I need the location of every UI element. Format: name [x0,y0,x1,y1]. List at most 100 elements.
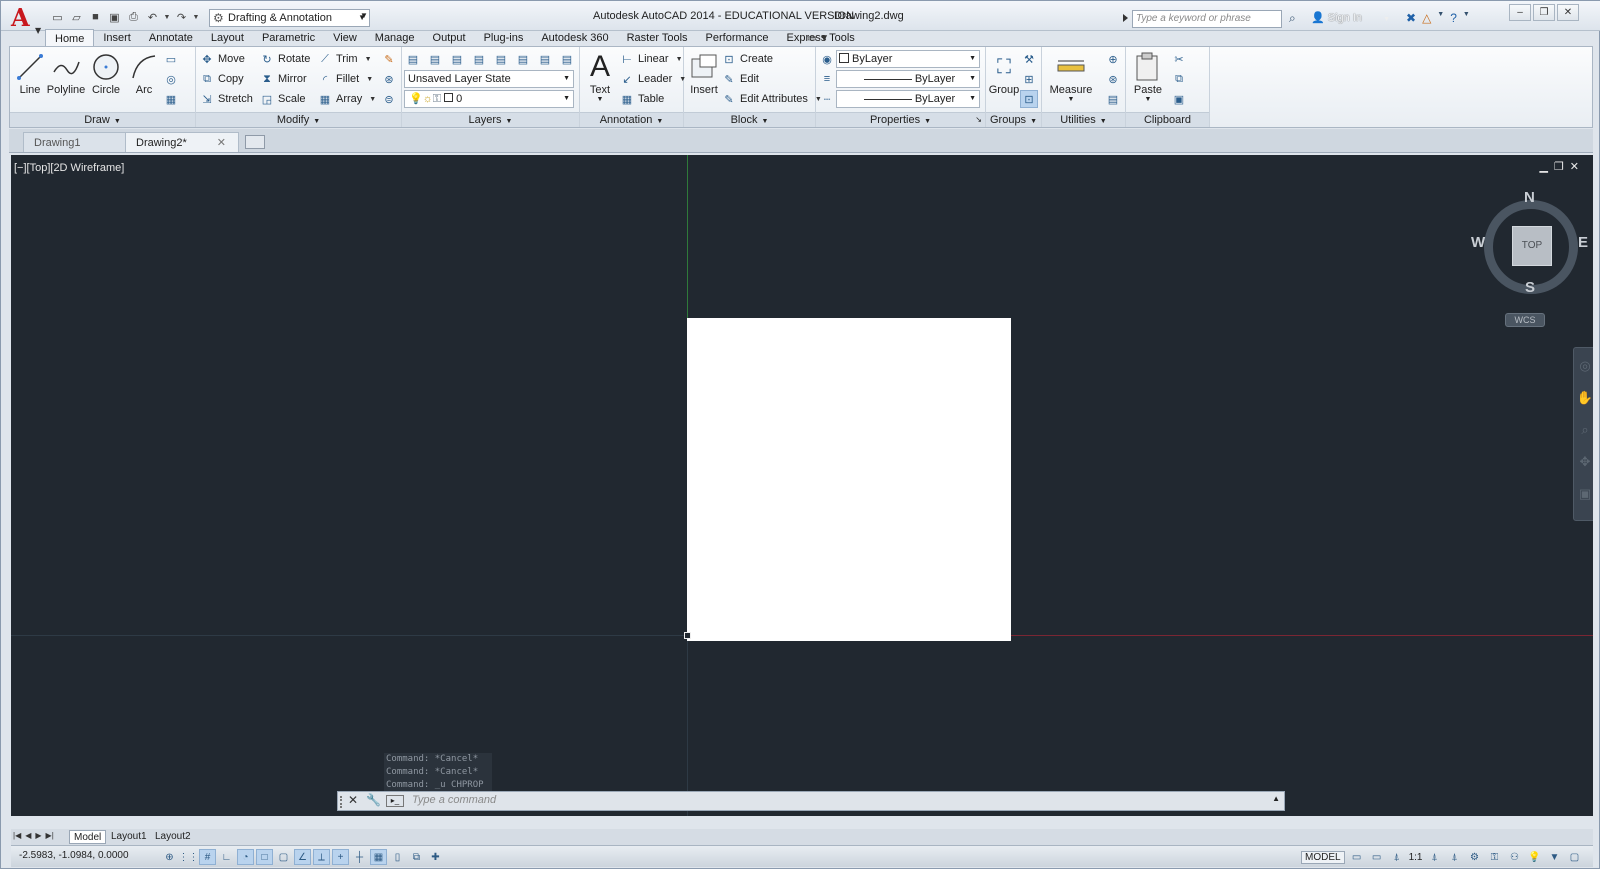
polyline-button[interactable]: Polyline [46,50,86,96]
layer-unisolate-icon[interactable]: ▤ [492,50,510,68]
showmotion-icon[interactable]: ▣ [1574,480,1593,508]
viewcube-top-face[interactable]: TOP [1512,226,1552,266]
group-selection-icon[interactable]: ⊡ [1020,90,1038,108]
drag-handle[interactable] [340,796,344,808]
restore-button[interactable]: ❐ [1533,4,1555,21]
application-menu-button[interactable]: A ▼ [11,6,41,36]
toolbar-lock-icon[interactable]: ⚿ [1486,849,1502,865]
prev-layout-icon[interactable]: ◀ [25,831,31,840]
move-button[interactable]: ✥ Move [200,50,245,68]
tab-annotate[interactable]: Annotate [140,29,202,47]
stretch-button[interactable]: ⇲ Stretch [200,90,252,108]
steering-wheel-icon[interactable]: ◎ [1574,352,1593,380]
tab-layout[interactable]: Layout [202,29,253,47]
tab-layout1[interactable]: Layout1 [107,830,151,844]
compass-west[interactable]: W [1471,234,1485,251]
measure-button[interactable]: Measure ▼ [1048,50,1094,103]
tab-home[interactable]: Home [45,29,95,47]
redo-icon[interactable]: ↷ [173,9,190,25]
tab-model[interactable]: Model [69,830,107,844]
annotation-visibility-icon[interactable]: ⍋ [1426,849,1442,865]
minimize-icon[interactable]: ▁ [1539,160,1547,173]
paste-special-icon[interactable]: ▣ [1170,90,1188,108]
cursor-coordinates[interactable]: -2.5983, -1.0984, 0.0000 [19,850,129,861]
utilities-panel-title[interactable]: Utilities ▼ [1042,112,1125,127]
draw-panel-title[interactable]: Draw ▼ [10,112,195,127]
ribbon-minimize-icon[interactable]: ▭ ▼ [807,33,829,44]
tab-drawing2[interactable]: Drawing2* ✕ [125,132,239,152]
hardware-acceleration-icon[interactable]: ⚇ [1506,849,1522,865]
paste-button[interactable]: Paste ▼ [1130,50,1166,103]
groups-panel-title[interactable]: Groups ▼ [986,112,1041,127]
clipboard-panel-title[interactable]: Clipboard [1126,112,1209,127]
quick-properties-icon[interactable]: ▯ [389,849,406,865]
layer-lock-icon[interactable]: ▤ [558,50,576,68]
save-icon[interactable]: ■ [87,9,104,25]
zoom-icon[interactable]: ⌕ [1574,416,1593,444]
quick-select-icon[interactable]: ⊕ [1104,50,1122,68]
close-icon[interactable]: ✕ [1570,160,1579,173]
compass-south[interactable]: S [1525,279,1535,296]
annotation-panel-title[interactable]: Annotation ▼ [580,112,683,127]
snap-mode-icon[interactable]: ⋮⋮ [179,849,199,865]
wrench-icon[interactable]: 🔧 [366,793,381,807]
table-button[interactable]: ▦ Table [620,90,665,108]
dynamic-ucs-icon[interactable]: ⟂ [313,849,330,865]
tab-layout2[interactable]: Layout2 [151,830,195,844]
ellipse-icon[interactable]: ◎ [162,70,180,88]
annotation-scale-value[interactable]: 1:1 [1409,852,1423,863]
plot-icon[interactable]: ⎙ [125,9,142,25]
drawn-rectangle[interactable] [687,318,1011,641]
last-layout-icon[interactable]: ▶| [46,831,54,840]
viewport-controls-label[interactable]: [−][Top][2D Wireframe] [14,162,124,174]
undo-icon[interactable]: ↶ [144,9,161,25]
cut-icon[interactable]: ✂ [1170,50,1188,68]
hatch-icon[interactable]: ▦ [162,90,180,108]
match-properties-icon[interactable]: ◉ [818,50,836,68]
clean-screen-icon[interactable]: ▢ [1566,849,1582,865]
object-snap-icon[interactable]: □ [256,849,273,865]
group-button[interactable]: ⛶ Group [986,50,1022,97]
group-edit-icon[interactable]: ⊞ [1020,70,1038,88]
insert-block-button[interactable]: Insert [686,50,722,96]
scale-button[interactable]: ◲ Scale [260,90,306,108]
copy-clip-icon[interactable]: ⧉ [1170,70,1188,88]
copy-button[interactable]: ⧉ Copy [200,70,244,88]
open-icon[interactable]: ▱ [68,9,85,25]
tab-insert[interactable]: Insert [94,29,140,47]
tab-output[interactable]: Output [424,29,475,47]
customize-qat-icon[interactable]: ▼ [360,11,370,25]
array-button[interactable]: ▦ Array ▼ [318,90,376,108]
edit-attributes-button[interactable]: ✎ Edit Attributes ▼ [722,90,821,108]
layer-match-icon[interactable]: ▤ [426,50,444,68]
tab-autodesk-360[interactable]: Autodesk 360 [532,29,617,47]
properties-panel-title[interactable]: Properties ▼ ↘ [816,112,985,127]
arc-button[interactable]: Arc [126,50,162,96]
help-icon[interactable]: ? [1450,11,1457,25]
text-button[interactable]: A Text ▼ [582,50,618,103]
block-panel-title[interactable]: Block ▼ [684,112,815,127]
pan-icon[interactable]: ✋ [1574,384,1593,412]
recent-commands-icon[interactable]: ▸_ [386,795,404,807]
compass-east[interactable]: E [1578,234,1588,251]
tab-performance[interactable]: Performance [697,29,778,47]
ungroup-icon[interactable]: ⚒ [1020,50,1038,68]
close-button[interactable]: ✕ [1557,4,1579,21]
layers-panel-title[interactable]: Layers ▼ [402,112,579,127]
infer-constraints-icon[interactable]: ⊕ [161,849,178,865]
save-as-icon[interactable]: ▣ [106,9,123,25]
isolate-objects-icon[interactable]: 💡 [1526,849,1542,865]
exchange-icon[interactable]: ✖ [1406,11,1416,25]
trim-button[interactable]: ⟋ Trim ▼ [318,50,371,68]
layer-isolate-icon[interactable]: ▤ [470,50,488,68]
layer-freeze-icon[interactable]: ▤ [514,50,532,68]
undo-dropdown-icon[interactable]: ▼ [163,9,171,25]
minimize-button[interactable]: – [1509,4,1531,21]
quick-view-layouts-icon[interactable]: ▭ [1349,849,1365,865]
linetype-dropdown[interactable]: ByLayer ▼ [836,90,980,108]
tab-view[interactable]: View [324,29,366,47]
layer-state-dropdown[interactable]: Unsaved Layer State ▼ [404,70,574,88]
annotation-scale-icon[interactable]: ⍋ [1389,849,1405,865]
viewcube[interactable]: TOP N S E W [1471,187,1591,307]
wcs-menu[interactable]: WCS [1505,313,1545,327]
